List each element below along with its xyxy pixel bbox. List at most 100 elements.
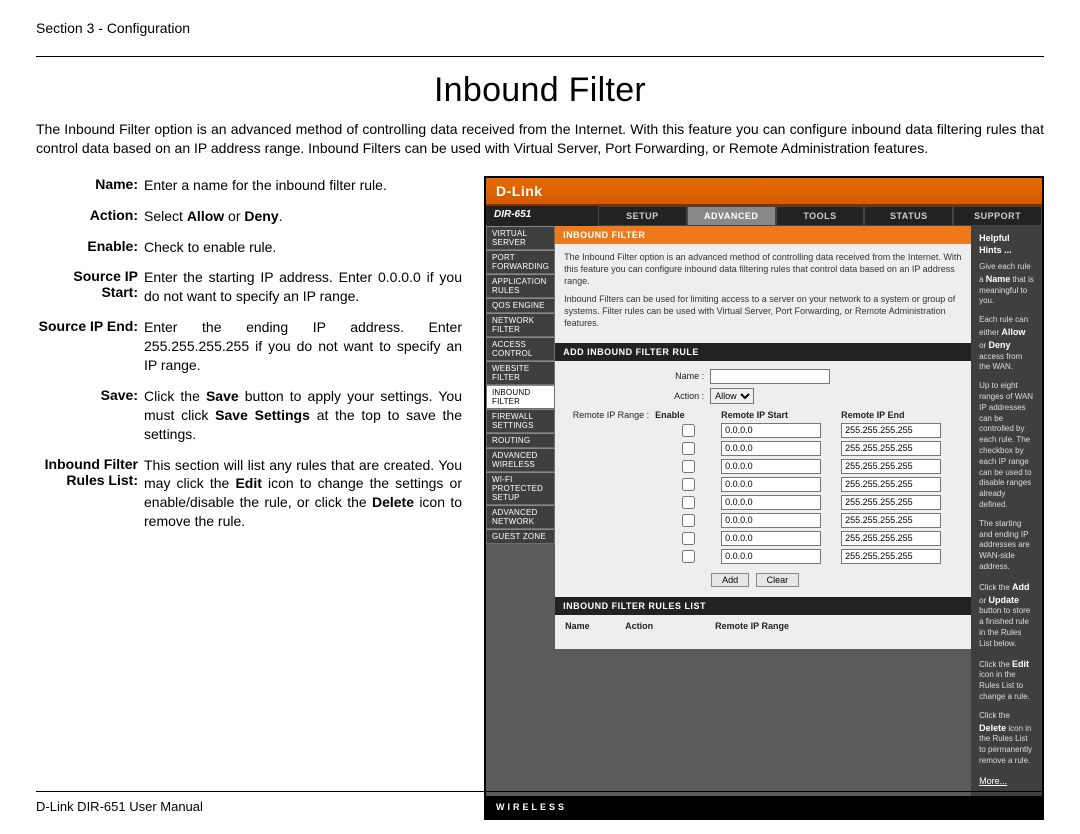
content-area: INBOUND FILTER The Inbound Filter option… bbox=[555, 226, 971, 796]
enable-checkbox[interactable] bbox=[682, 424, 695, 437]
hint-item: Each rule can either Allow or Deny acces… bbox=[979, 315, 1034, 373]
panel-p2: Inbound Filters can be used for limiting… bbox=[564, 293, 962, 329]
hint-item: Up to eight ranges of WAN IP addresses c… bbox=[979, 381, 1034, 511]
definition-value: Enter the ending IP address. Enter 255.2… bbox=[144, 318, 462, 375]
sidebar-item-network-filter[interactable]: NETWORK FILTER bbox=[486, 313, 555, 337]
tab-advanced[interactable]: ADVANCED bbox=[687, 206, 776, 226]
sidebar-item-application-rules[interactable]: APPLICATION RULES bbox=[486, 274, 555, 298]
remote-ip-end-input[interactable] bbox=[841, 549, 941, 564]
section-header: Section 3 - Configuration bbox=[36, 20, 1044, 38]
panel-p1: The Inbound Filter option is an advanced… bbox=[564, 251, 962, 287]
remote-ip-start-input[interactable] bbox=[721, 441, 821, 456]
enable-checkbox[interactable] bbox=[682, 532, 695, 545]
sidebar-item-inbound-filter[interactable]: INBOUND FILTER bbox=[486, 385, 555, 409]
enable-checkbox[interactable] bbox=[682, 496, 695, 509]
remote-ip-start-input[interactable] bbox=[721, 549, 821, 564]
ip-range-row bbox=[655, 531, 961, 546]
hint-item: Click the Delete icon in the Rules List … bbox=[979, 711, 1034, 767]
tab-status[interactable]: STATUS bbox=[864, 206, 953, 226]
remote-ip-start-input[interactable] bbox=[721, 477, 821, 492]
footer-left: D-Link DIR-651 User Manual bbox=[36, 799, 203, 814]
model-label: DIR-651 bbox=[486, 206, 598, 226]
remote-ip-start-input[interactable] bbox=[721, 531, 821, 546]
definition-row: Inbound Filter Rules List:This section w… bbox=[36, 456, 462, 532]
tab-setup[interactable]: SETUP bbox=[598, 206, 687, 226]
footer-page-number: 36 bbox=[1030, 799, 1044, 814]
definition-value: Enter a name for the inbound filter rule… bbox=[144, 176, 462, 195]
definition-value: Enter the starting IP address. Enter 0.0… bbox=[144, 268, 462, 306]
brand-bar: D-Link bbox=[486, 178, 1042, 206]
definition-key: Source IP Start: bbox=[36, 268, 144, 306]
col-end: Remote IP End bbox=[841, 410, 961, 420]
remote-ip-start-input[interactable] bbox=[721, 495, 821, 510]
sidebar-item-access-control[interactable]: ACCESS CONTROL bbox=[486, 337, 555, 361]
definition-key: Inbound Filter Rules List: bbox=[36, 456, 144, 532]
rules-col-range: Remote IP Range bbox=[715, 621, 961, 631]
definition-row: Action:Select Allow or Deny. bbox=[36, 207, 462, 226]
definition-row: Save:Click the Save button to apply your… bbox=[36, 387, 462, 444]
remote-ip-end-input[interactable] bbox=[841, 423, 941, 438]
hints-more-link[interactable]: More... bbox=[979, 776, 1007, 786]
tab-support[interactable]: SUPPORT bbox=[953, 206, 1042, 226]
ip-range-row bbox=[655, 513, 961, 528]
hint-item: Click the Add or Update button to store … bbox=[979, 581, 1034, 650]
remote-ip-end-input[interactable] bbox=[841, 441, 941, 456]
definition-value: Click the Save button to apply your sett… bbox=[144, 387, 462, 444]
ip-range-row bbox=[655, 549, 961, 564]
hint-item: Give each rule a Name that is meaningful… bbox=[979, 262, 1034, 307]
hint-item: The starting and ending IP addresses are… bbox=[979, 519, 1034, 573]
sidebar-item-firewall-settings[interactable]: FIREWALL SETTINGS bbox=[486, 409, 555, 433]
ip-range-row bbox=[655, 477, 961, 492]
enable-checkbox[interactable] bbox=[682, 478, 695, 491]
add-button[interactable]: Add bbox=[711, 573, 749, 587]
sidebar-item-guest-zone[interactable]: GUEST ZONE bbox=[486, 529, 555, 544]
definitions-list: Name:Enter a name for the inbound filter… bbox=[36, 176, 462, 531]
sidebar-item-virtual-server[interactable]: VIRTUAL SERVER bbox=[486, 226, 555, 250]
sidebar-item-qos-engine[interactable]: QOS ENGINE bbox=[486, 298, 555, 313]
enable-checkbox[interactable] bbox=[682, 514, 695, 527]
sidebar-item-routing[interactable]: ROUTING bbox=[486, 433, 555, 448]
remote-ip-end-input[interactable] bbox=[841, 459, 941, 474]
ip-range-row bbox=[655, 459, 961, 474]
rules-col-name: Name bbox=[565, 621, 625, 631]
clear-button[interactable]: Clear bbox=[756, 573, 800, 587]
remote-ip-end-input[interactable] bbox=[841, 495, 941, 510]
main-tabs: SETUPADVANCEDTOOLSSTATUSSUPPORT bbox=[598, 206, 1042, 226]
add-rule-form: Name : Action : Allow Remote IP Range : bbox=[555, 361, 971, 597]
bottom-rule bbox=[36, 791, 1044, 792]
remote-ip-end-input[interactable] bbox=[841, 513, 941, 528]
enable-checkbox[interactable] bbox=[682, 442, 695, 455]
ip-range-rows bbox=[655, 423, 961, 564]
panel-title: INBOUND FILTER bbox=[555, 226, 971, 244]
sidebar-item-port-forwarding[interactable]: PORT FORWARDING bbox=[486, 250, 555, 274]
enable-checkbox[interactable] bbox=[682, 550, 695, 563]
ip-range-row bbox=[655, 495, 961, 510]
sidebar-item-advanced-network[interactable]: ADVANCED NETWORK bbox=[486, 505, 555, 529]
definition-key: Action: bbox=[36, 207, 144, 226]
sidebar-item-wi-fi-protected-setup[interactable]: WI-FI PROTECTED SETUP bbox=[486, 472, 555, 505]
rules-list-title: INBOUND FILTER RULES LIST bbox=[555, 597, 971, 615]
tab-tools[interactable]: TOOLS bbox=[776, 206, 865, 226]
top-rule bbox=[36, 56, 1044, 57]
col-enable: Enable bbox=[655, 410, 721, 420]
router-ui-screenshot: D-Link DIR-651 SETUPADVANCEDTOOLSSTATUSS… bbox=[484, 176, 1044, 820]
remote-ip-end-input[interactable] bbox=[841, 477, 941, 492]
col-start: Remote IP Start bbox=[721, 410, 841, 420]
remote-ip-start-input[interactable] bbox=[721, 459, 821, 474]
brand-logo: D-Link bbox=[496, 183, 543, 199]
helpful-hints: Helpful Hints ... Give each rule a Name … bbox=[971, 226, 1042, 796]
sidebar-item-advanced-wireless[interactable]: ADVANCED WIRELESS bbox=[486, 448, 555, 472]
definition-row: Enable:Check to enable rule. bbox=[36, 238, 462, 257]
definition-key: Source IP End: bbox=[36, 318, 144, 375]
definition-value: This section will list any rules that ar… bbox=[144, 456, 462, 532]
remote-ip-start-input[interactable] bbox=[721, 423, 821, 438]
range-label: Remote IP Range : bbox=[565, 408, 655, 420]
name-input[interactable] bbox=[710, 369, 830, 384]
remote-ip-start-input[interactable] bbox=[721, 513, 821, 528]
remote-ip-end-input[interactable] bbox=[841, 531, 941, 546]
action-select[interactable]: Allow bbox=[710, 388, 754, 404]
enable-checkbox[interactable] bbox=[682, 460, 695, 473]
hint-item: Click the Edit icon in the Rules List to… bbox=[979, 658, 1034, 703]
sidebar-item-website-filter[interactable]: WEBSITE FILTER bbox=[486, 361, 555, 385]
definition-value: Select Allow or Deny. bbox=[144, 207, 462, 226]
